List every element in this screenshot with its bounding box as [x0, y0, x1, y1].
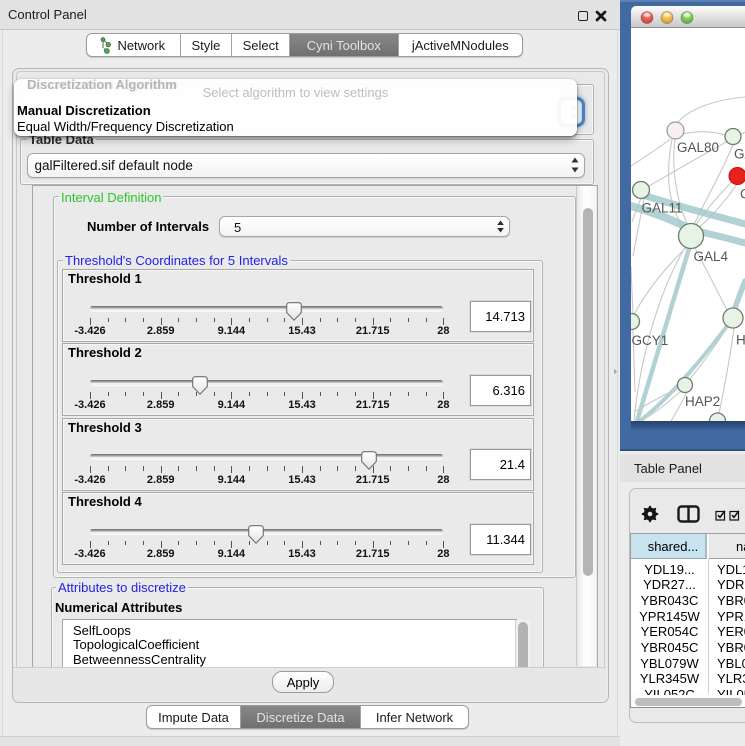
- svg-text:HAP2: HAP2: [685, 394, 720, 409]
- svg-text:GCY1: GCY1: [632, 333, 669, 348]
- svg-text:C: C: [740, 187, 745, 202]
- svg-text:GAL11: GAL11: [642, 201, 683, 216]
- svg-text:H: H: [736, 333, 745, 348]
- svg-text:GA: GA: [734, 147, 745, 162]
- svg-text:GAL4: GAL4: [694, 249, 729, 264]
- svg-text:GAL80: GAL80: [677, 140, 719, 155]
